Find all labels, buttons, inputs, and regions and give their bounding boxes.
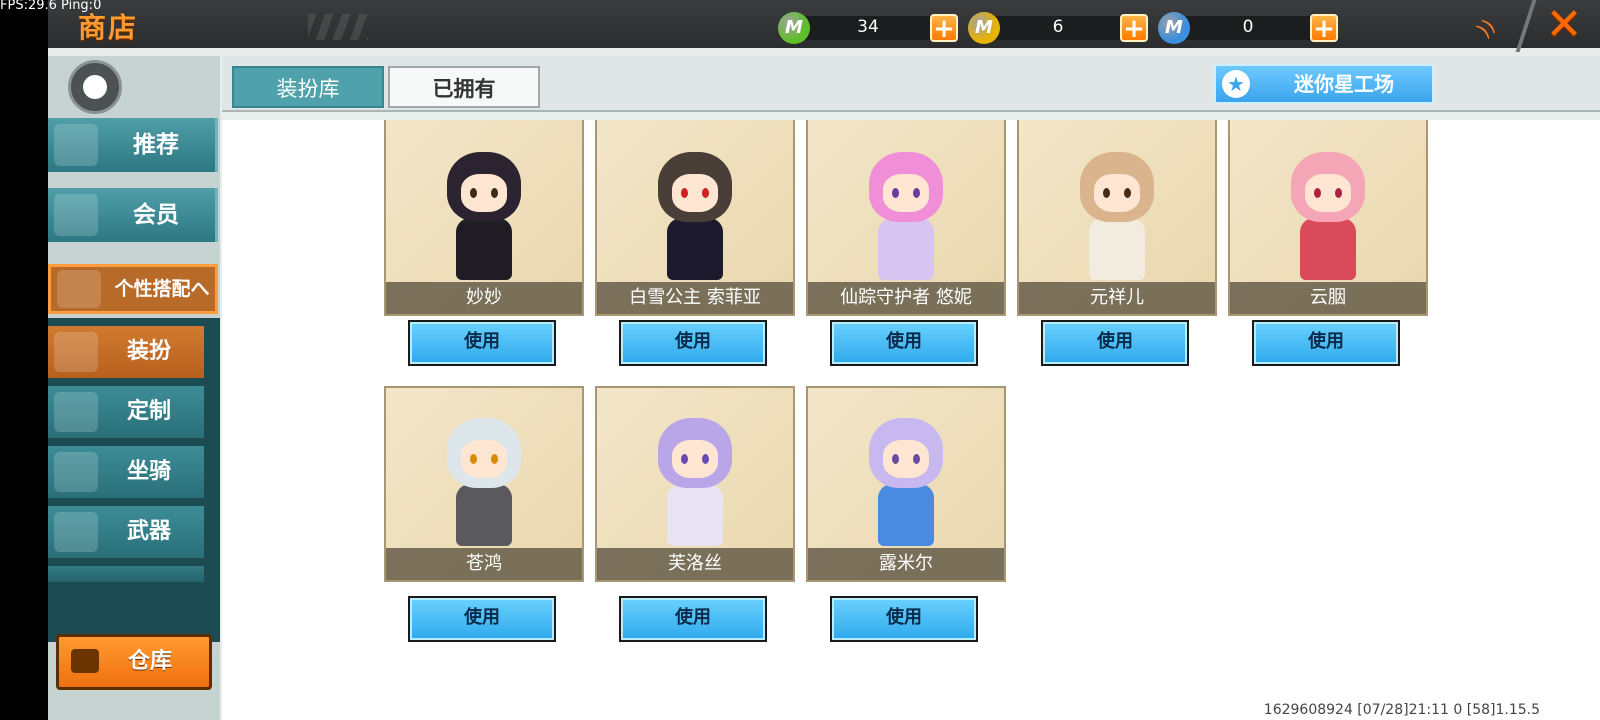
close-button[interactable]: ✕ xyxy=(1545,3,1583,47)
warehouse-button[interactable]: 仓库 xyxy=(56,634,212,690)
skin-name: 苍鸿 xyxy=(386,548,582,580)
currency-blue-coin: M 0 + xyxy=(1158,12,1348,44)
character-figure xyxy=(447,418,521,546)
subitem-partial[interactable] xyxy=(48,566,204,582)
subitem-label: 装扮 xyxy=(126,339,171,364)
use-button[interactable]: 使用 xyxy=(619,320,767,366)
subitem-mount[interactable]: 坐骑 xyxy=(48,446,204,498)
character-figure xyxy=(658,418,732,546)
add-green-gem-button[interactable]: + xyxy=(930,14,958,42)
skin-card[interactable]: 白雪公主 索菲亚使用 xyxy=(595,120,795,366)
trophy-icon xyxy=(57,270,101,308)
skin-name: 云胭 xyxy=(1230,282,1426,314)
skin-portrait[interactable]: 妙妙 xyxy=(384,120,584,316)
top-bar: 商店 M 34 + M 6 + M 0 + )) ✕ xyxy=(48,0,1600,52)
build-info: 1629608924 [07/28]21:11 0 [58]1.15.5 xyxy=(1263,702,1540,718)
warehouse-label: 仓库 xyxy=(127,649,172,674)
use-button[interactable]: 使用 xyxy=(1252,320,1400,366)
skin-portrait[interactable]: 苍鸿 xyxy=(384,386,584,582)
skin-grid: 妙妙 使用 白雪公主 索菲亚 使用 仙踪守护者 悠妮 使用 元祥儿 使用 云胭 使用 苍鸿 使用 芙洛丝… xyxy=(222,120,1600,720)
sidebar-item-label: 推荐 xyxy=(133,132,179,158)
title-decoration xyxy=(308,14,368,40)
sidebar-item-personal-style[interactable]: 个性搭配へ xyxy=(48,264,218,314)
use-button[interactable]: 使用 xyxy=(830,320,978,366)
character-figure xyxy=(1291,152,1365,280)
sidebar-item-vip[interactable]: 会员 xyxy=(48,188,218,242)
tab-outfit-library[interactable]: 装扮库 xyxy=(232,66,384,108)
skin-card[interactable]: 苍鸿 使用 xyxy=(384,386,584,642)
use-button[interactable]: 使用 xyxy=(830,596,978,642)
skin-card[interactable]: 元祥儿 使用 xyxy=(1017,120,1217,366)
skin-name: 露米尔 xyxy=(808,548,1004,580)
thumbs-up-icon xyxy=(54,124,98,166)
skin-name: 仙踪守护者 悠妮 xyxy=(808,282,1004,314)
divider xyxy=(1515,0,1537,52)
add-gold-coin-button[interactable]: + xyxy=(1120,14,1148,42)
mount-icon xyxy=(54,452,98,492)
use-button[interactable]: 使用 xyxy=(408,320,556,366)
toggle-button[interactable] xyxy=(68,60,122,114)
skin-portrait[interactable]: 云胭 xyxy=(1228,120,1428,316)
use-button[interactable]: 使用 xyxy=(408,596,556,642)
skin-card[interactable]: 露米尔 使用 xyxy=(806,386,1006,642)
skin-card[interactable]: 仙踪守护者 悠妮使用 xyxy=(806,120,1006,366)
use-button[interactable]: 使用 xyxy=(1041,320,1189,366)
green-gem-count: 34 xyxy=(857,17,879,37)
skin-card[interactable]: 芙洛丝 使用 xyxy=(595,386,795,642)
vip-icon xyxy=(54,194,98,236)
character-figure xyxy=(658,152,732,280)
gun-icon xyxy=(54,512,98,552)
tab-bar: 装扮库 已拥有 ★ 迷你星工场 xyxy=(222,56,1600,112)
blue-coin-count: 0 xyxy=(1242,17,1254,37)
subitem-outfit[interactable]: 装扮 xyxy=(48,326,204,378)
character-figure xyxy=(1080,152,1154,280)
mini-workshop-button[interactable]: ★ 迷你星工场 xyxy=(1214,64,1434,104)
character-figure xyxy=(869,418,943,546)
subitem-custom[interactable]: 定制 xyxy=(48,386,204,438)
skin-portrait[interactable]: 露米尔 xyxy=(806,386,1006,582)
currency-gold-coin: M 6 + xyxy=(968,12,1158,44)
main-panel: 装扮库 已拥有 ★ 迷你星工场 妙妙 使用 白雪公主 索菲亚 使用 仙踪守护者 悠妮 使用… xyxy=(222,56,1600,720)
skin-name: 白雪公主 索菲亚 xyxy=(597,282,793,314)
use-button[interactable]: 使用 xyxy=(619,596,767,642)
skin-name: 元祥儿 xyxy=(1019,282,1215,314)
subitem-label: 定制 xyxy=(126,399,171,424)
skin-card[interactable]: 云胭 使用 xyxy=(1228,120,1428,366)
outfit-icon xyxy=(54,332,98,372)
character-figure xyxy=(869,152,943,280)
fps-readout: FPS:29.6 Ping:0 xyxy=(0,0,102,13)
character-figure xyxy=(447,152,521,280)
workshop-label: 迷你星工场 xyxy=(1294,72,1394,96)
skin-name: 妙妙 xyxy=(386,282,582,314)
sidebar-item-recommend[interactable]: 推荐 xyxy=(48,118,218,172)
skin-portrait[interactable]: 元祥儿 xyxy=(1017,120,1217,316)
subitem-label: 武器 xyxy=(126,519,171,544)
sub-menu: 装扮 定制 坐骑 武器 xyxy=(48,318,220,642)
signal-icon: )) xyxy=(1471,13,1500,43)
skin-portrait[interactable]: 仙踪守护者 悠妮 xyxy=(806,120,1006,316)
subitem-weapon[interactable]: 武器 xyxy=(48,506,204,558)
tab-owned[interactable]: 已拥有 xyxy=(388,66,540,108)
skin-portrait[interactable]: 白雪公主 索菲亚 xyxy=(595,120,795,316)
sidebar-item-label: 会员 xyxy=(133,202,179,228)
skin-portrait[interactable]: 芙洛丝 xyxy=(595,386,795,582)
skin-name: 芙洛丝 xyxy=(597,548,793,580)
pencil-icon xyxy=(54,392,98,432)
shop-screen: 商店 M 34 + M 6 + M 0 + )) ✕ 推荐 会员 个性搭配へ 装… xyxy=(48,0,1600,720)
star-icon: ★ xyxy=(1222,70,1250,98)
sidebar: 推荐 会员 个性搭配へ 装扮 定制 坐骑 武器 仓库 xyxy=(48,56,220,720)
gold-coin-count: 6 xyxy=(1052,17,1064,37)
currency-green-gem: M 34 + xyxy=(778,12,968,44)
add-blue-coin-button[interactable]: + xyxy=(1310,14,1338,42)
chest-icon xyxy=(71,649,99,673)
skin-card[interactable]: 妙妙 使用 xyxy=(384,120,584,366)
sidebar-item-label: 个性搭配へ xyxy=(114,278,210,300)
subitem-label: 坐骑 xyxy=(126,459,171,484)
